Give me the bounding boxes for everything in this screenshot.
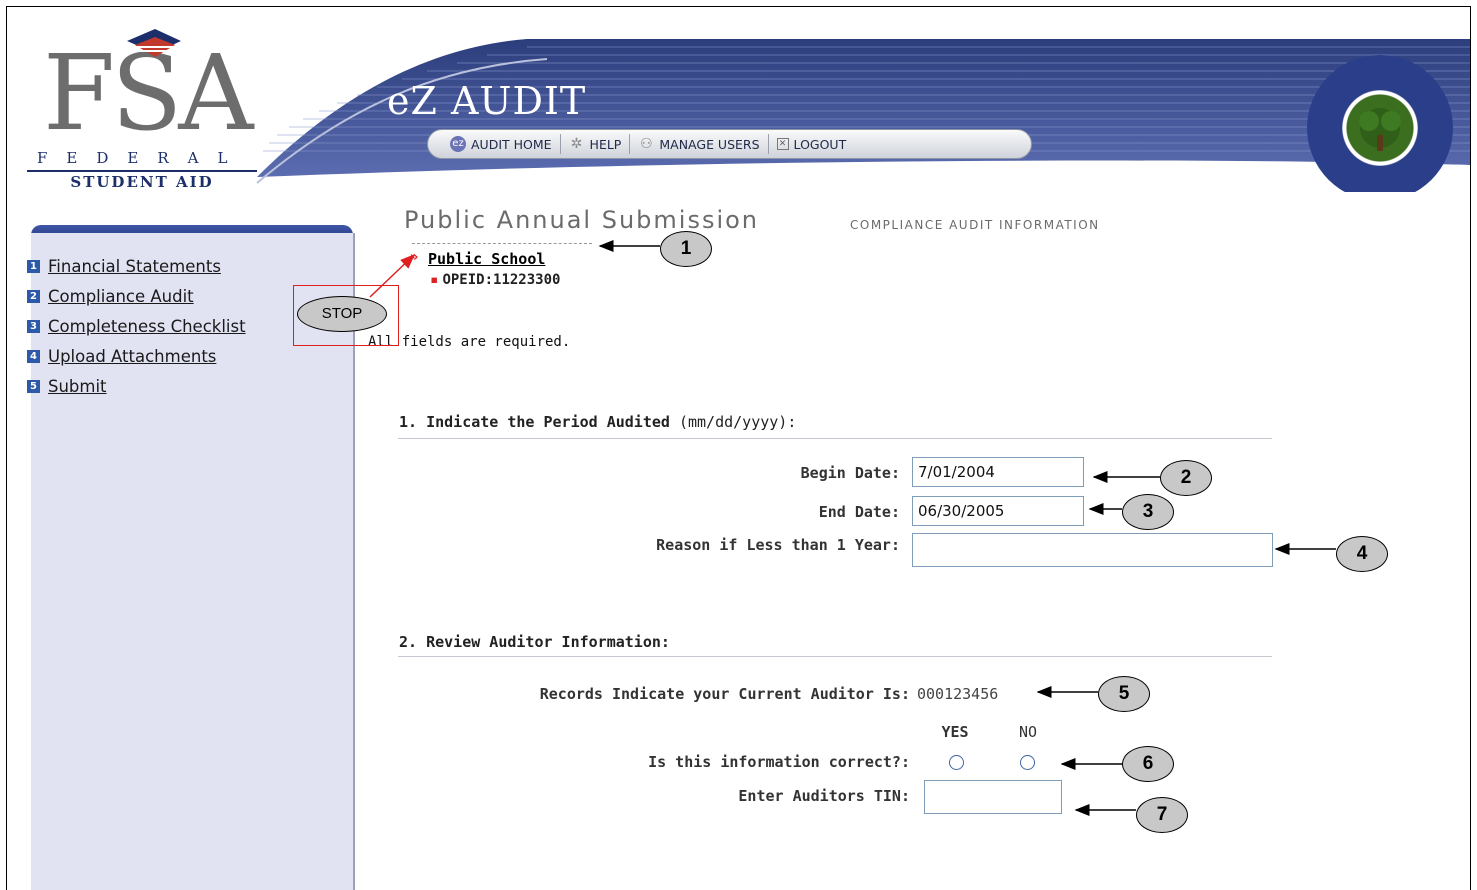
auditor-tin-input[interactable] — [924, 780, 1062, 814]
nav-manage-users[interactable]: ⚇ MANAGE USERS — [630, 134, 769, 154]
sidebar-item-label[interactable]: Compliance Audit — [48, 287, 194, 306]
begin-date-input[interactable] — [912, 457, 1084, 487]
sidebar-item-submit[interactable]: 5 Submit — [27, 371, 353, 401]
nav-audit-home-label: AUDIT HOME — [471, 136, 552, 152]
sidebar-item-label[interactable]: Financial Statements — [48, 257, 221, 276]
callout-1: 1 — [660, 231, 712, 267]
page-subtitle: COMPLIANCE AUDIT INFORMATION — [850, 218, 1100, 232]
nav-logout[interactable]: ✕ LOGOUT — [769, 134, 855, 154]
fsa-logo: FSA FEDERAL STUDENT AID — [27, 27, 263, 192]
nav-logout-label: LOGOUT — [793, 136, 847, 152]
sidebar-item-label[interactable]: Completeness Checklist — [48, 317, 246, 336]
callout-7: 7 — [1136, 797, 1188, 833]
end-date-input[interactable] — [912, 496, 1084, 526]
header-banner: FSA FEDERAL STUDENT AID eZ AUDIT ez AUDI… — [7, 7, 1470, 192]
step-number-badge: 4 — [27, 349, 40, 363]
graduation-cap-icon — [127, 29, 181, 57]
title-divider — [412, 243, 592, 244]
yes-label: YES — [941, 723, 969, 741]
users-icon: ⚇ — [640, 136, 653, 152]
auditor-value: 000123456 — [917, 685, 999, 703]
section-divider — [398, 438, 1272, 439]
fsa-logo-student-aid: STUDENT AID — [27, 170, 257, 191]
department-seal — [1307, 55, 1453, 192]
begin-date-label: Begin Date: — [800, 464, 900, 482]
auditor-label: Records Indicate your Current Auditor Is… — [539, 685, 910, 703]
section-period-heading-bold: 1. Indicate the Period Audited — [399, 413, 670, 431]
no-label: NO — [1018, 723, 1038, 741]
seal-tree-icon — [1359, 108, 1401, 151]
sidebar-item-financial-statements[interactable]: 1 Financial Statements — [27, 251, 353, 281]
reason-input[interactable] — [912, 533, 1273, 567]
section-period-heading: 1. Indicate the Period Audited (mm/dd/yy… — [399, 413, 796, 431]
opeid-value: OPEID:11223300 — [442, 272, 561, 288]
reason-label: Reason if Less than 1 Year: — [656, 536, 900, 554]
callout-2: 2 — [1160, 460, 1212, 496]
yes-radio[interactable] — [949, 755, 964, 770]
section-auditor-heading: 2. Review Auditor Information: — [399, 633, 670, 651]
sidebar-item-label[interactable]: Submit — [48, 377, 107, 396]
callout-5: 5 — [1098, 676, 1150, 712]
sidebar-item-label[interactable]: Upload Attachments — [48, 347, 216, 366]
school-name-link[interactable]: Public School — [428, 250, 545, 268]
close-box-icon: ✕ — [776, 138, 789, 150]
section-period-heading-format: (mm/dd/yyyy): — [669, 413, 797, 431]
callout-4: 4 — [1336, 536, 1388, 572]
nav-manage-users-label: MANAGE USERS — [659, 136, 760, 152]
nav-help-label: HELP — [589, 136, 622, 152]
no-radio[interactable] — [1020, 755, 1035, 770]
stop-callout: STOP — [297, 296, 387, 332]
step-number-badge: 5 — [27, 379, 40, 393]
callout-3: 3 — [1122, 494, 1174, 530]
app-title: eZ AUDIT — [387, 79, 587, 123]
top-nav-bar: ez AUDIT HOME ✲ HELP ⚇ MANAGE USERS ✕ LO… — [427, 129, 1032, 159]
auditor-tin-label: Enter Auditors TIN: — [738, 787, 910, 805]
step-number-badge: 1 — [27, 259, 40, 273]
nav-help[interactable]: ✲ HELP — [561, 134, 631, 154]
step-number-badge: 2 — [27, 289, 40, 303]
opeid-label: ▪ OPEID:11223300 — [430, 272, 560, 288]
fsa-logo-federal: FEDERAL — [37, 149, 247, 167]
ez-icon: ez — [450, 136, 466, 152]
callout-6: 6 — [1122, 746, 1174, 782]
end-date-label: End Date: — [818, 503, 900, 521]
page-title: Public Annual Submission — [404, 206, 760, 234]
section-divider — [398, 656, 1272, 657]
double-chevron-icon: » — [410, 250, 419, 265]
bullet-icon: ▪ — [430, 272, 439, 288]
gear-icon: ✲ — [570, 136, 583, 152]
step-number-badge: 3 — [27, 319, 40, 333]
info-correct-label: Is this information correct?: — [648, 753, 910, 771]
nav-audit-home[interactable]: ez AUDIT HOME — [442, 134, 561, 154]
